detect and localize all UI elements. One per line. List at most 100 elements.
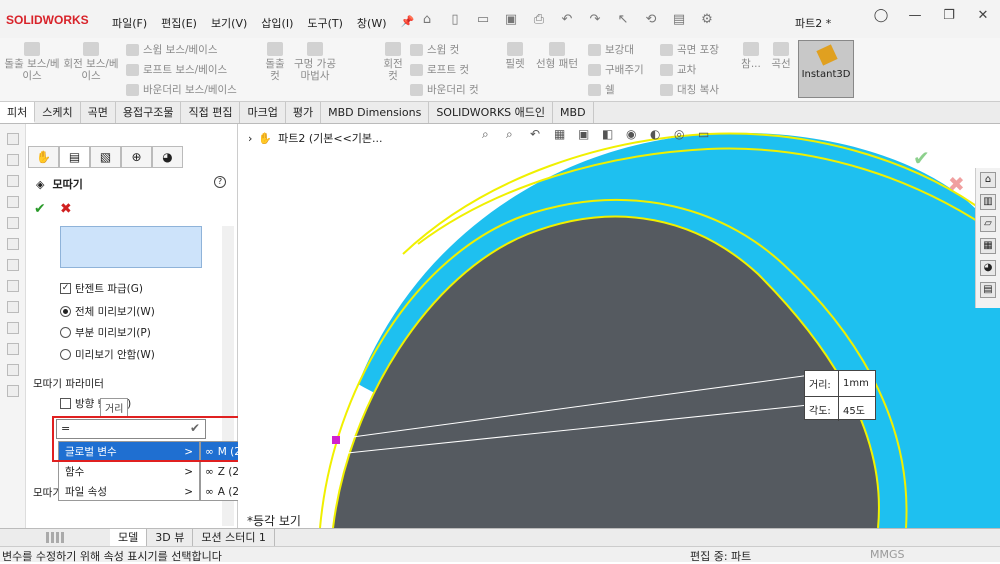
close-button[interactable]: ✕ xyxy=(966,8,1000,23)
tree-item-icon[interactable] xyxy=(7,238,19,250)
confirm-corner-cancel-icon[interactable]: ✖ xyxy=(948,172,965,196)
redo-icon[interactable]: ↷ xyxy=(586,10,604,28)
account-icon[interactable]: ◯ xyxy=(864,8,898,23)
previous-view-icon[interactable]: ↶ xyxy=(530,127,544,141)
mirror-button[interactable]: 대칭 복사 xyxy=(660,82,719,97)
file-properties-icon[interactable]: ▤ xyxy=(670,10,688,28)
minimize-button[interactable]: — xyxy=(898,8,932,23)
edge-selection-box[interactable] xyxy=(60,226,202,268)
open-file-icon[interactable]: ▭ xyxy=(474,10,492,28)
linear-pattern-button[interactable]: 선형 패턴 xyxy=(532,42,582,70)
last-tab-icon[interactable] xyxy=(61,532,64,543)
wrap-button[interactable]: 곡면 포장 xyxy=(660,42,719,57)
loft-cut-button[interactable]: 로프트 컷 xyxy=(410,62,469,77)
menu-item-functions[interactable]: 함수 > xyxy=(59,462,199,482)
revolve-cut-button[interactable]: 회전 컷 xyxy=(380,42,406,82)
appearances-icon[interactable]: ◕ xyxy=(980,260,996,276)
hole-wizard-button[interactable]: 구멍 가공 마법사 xyxy=(290,42,340,82)
graphics-viewport[interactable]: › ✋ 파트2 (기본<<기본... ⌕ ⌕ ↶ ▦ ▣ ◧ ◉ ◐ ◎ ▭ ✔ ✖… xyxy=(238,124,1000,528)
select-icon[interactable]: ↖ xyxy=(614,10,632,28)
tree-item-icon[interactable] xyxy=(7,385,19,397)
tree-item-icon[interactable] xyxy=(7,301,19,313)
shell-button[interactable]: 쉘 xyxy=(588,82,615,97)
menu-edit[interactable]: 편집(E) xyxy=(161,15,197,31)
dimxpert-tab-icon[interactable]: ⊕ xyxy=(121,146,152,168)
curves-button[interactable]: 곡선 xyxy=(768,42,794,70)
custom-properties-icon[interactable]: ▤ xyxy=(980,282,996,298)
tab-mbd-dimensions[interactable]: MBD Dimensions xyxy=(321,102,430,123)
tree-item-icon[interactable] xyxy=(7,217,19,229)
tree-item-icon[interactable] xyxy=(7,280,19,292)
partial-preview-radio[interactable]: 부분 미리보기(P) xyxy=(60,325,151,340)
tab-mbd[interactable]: MBD xyxy=(553,102,594,123)
new-file-icon[interactable]: ▯ xyxy=(446,10,464,28)
view-settings-icon[interactable]: ▭ xyxy=(698,127,712,141)
zoom-to-fit-icon[interactable]: ⌕ xyxy=(482,127,496,141)
tree-item-icon[interactable] xyxy=(7,196,19,208)
view-palette-icon[interactable]: ▦ xyxy=(980,238,996,254)
section-view-icon[interactable]: ▦ xyxy=(554,127,568,141)
tab-motion-study[interactable]: 모션 스터디 1 xyxy=(193,529,275,546)
tab-evaluate[interactable]: 평가 xyxy=(286,102,322,123)
menu-view[interactable]: 보기(V) xyxy=(211,15,247,31)
pin-icon[interactable]: 📌 xyxy=(401,15,415,31)
menu-item-file-properties[interactable]: 파일 속성 > xyxy=(59,482,199,502)
save-icon[interactable]: ▣ xyxy=(502,10,520,28)
tab-surfaces[interactable]: 곡면 xyxy=(81,102,116,123)
tab-direct-editing[interactable]: 직접 편집 xyxy=(181,102,241,123)
draft-button[interactable]: 구배주기 xyxy=(588,62,644,77)
undo-icon[interactable]: ↶ xyxy=(558,10,576,28)
tab-model[interactable]: 모델 xyxy=(110,529,148,546)
tree-item-icon[interactable] xyxy=(7,133,19,145)
menu-window[interactable]: 창(W) xyxy=(357,15,387,31)
configuration-manager-tab-icon[interactable]: ▧ xyxy=(90,146,121,168)
prev-tab-icon[interactable] xyxy=(51,532,54,543)
revolve-boss-button[interactable]: 회전 보스/베이스 xyxy=(62,42,120,82)
extrude-boss-button[interactable]: 돌출 보스/베이스 xyxy=(4,42,60,82)
fillet-button[interactable]: 필렛 xyxy=(502,42,528,70)
tangent-propagation-checkbox[interactable]: ✓ 탄젠트 파급(G) xyxy=(60,281,143,296)
display-style-icon[interactable]: ◧ xyxy=(602,127,616,141)
tree-item-icon[interactable] xyxy=(7,343,19,355)
tree-item-icon[interactable] xyxy=(7,259,19,271)
tree-item-icon[interactable] xyxy=(7,322,19,334)
home-icon[interactable]: ⌂ xyxy=(980,172,996,188)
boundary-cut-button[interactable]: 바운더리 컷 xyxy=(410,82,479,97)
menu-tools[interactable]: 도구(T) xyxy=(307,15,343,31)
reference-geometry-button[interactable]: 참... xyxy=(738,42,764,70)
help-icon[interactable]: ? xyxy=(214,176,226,188)
restore-button[interactable]: ❐ xyxy=(932,8,966,23)
chamfer-handle[interactable] xyxy=(332,436,340,444)
intersect-button[interactable]: 교차 xyxy=(660,62,696,77)
chamfer-parameters-section[interactable]: 모따기 파라미터 xyxy=(33,376,104,391)
loft-boss-button[interactable]: 로프트 보스/베이스 xyxy=(126,62,227,77)
options-gear-icon[interactable]: ⚙ xyxy=(698,10,716,28)
tab-3d-view[interactable]: 3D 뷰 xyxy=(147,529,194,546)
file-explorer-icon[interactable]: ▱ xyxy=(980,216,996,232)
scene-icon[interactable]: ◎ xyxy=(674,127,688,141)
next-tab-icon[interactable] xyxy=(56,532,59,543)
menu-insert[interactable]: 삽입(I) xyxy=(261,15,293,31)
extrude-cut-button[interactable]: 돌출 컷 xyxy=(262,42,288,82)
cancel-button[interactable]: ✖ xyxy=(60,201,72,217)
sweep-cut-button[interactable]: 스윕 컷 xyxy=(410,42,459,57)
confirm-corner-check-icon[interactable]: ✔ xyxy=(913,146,930,170)
tree-item-icon[interactable] xyxy=(7,175,19,187)
print-icon[interactable]: ⎙ xyxy=(530,10,548,28)
tree-item-icon[interactable] xyxy=(7,364,19,376)
rib-button[interactable]: 보강대 xyxy=(588,42,634,57)
tab-sketch[interactable]: 스케치 xyxy=(35,102,81,123)
unit-system[interactable]: MMGS xyxy=(870,548,905,561)
hide-show-icon[interactable]: ◉ xyxy=(626,127,640,141)
sweep-boss-button[interactable]: 스윕 보스/베이스 xyxy=(126,42,218,57)
boundary-boss-button[interactable]: 바운더리 보스/베이스 xyxy=(126,82,237,97)
no-preview-radio[interactable]: 미리보기 안함(W) xyxy=(60,347,155,362)
callout-value[interactable]: 1mm xyxy=(839,378,869,389)
full-preview-radio[interactable]: 전체 미리보기(W) xyxy=(60,304,155,319)
tab-markup[interactable]: 마크업 xyxy=(240,102,286,123)
tab-features[interactable]: 피처 xyxy=(0,102,36,123)
feature-manager-tab-icon[interactable]: ✋ xyxy=(28,146,59,168)
dimension-callout[interactable]: 거리: 1mm 각도: 45도 xyxy=(804,370,876,421)
tab-weldments[interactable]: 용접구조물 xyxy=(116,102,182,123)
callout-value[interactable]: 45도 xyxy=(839,402,865,417)
